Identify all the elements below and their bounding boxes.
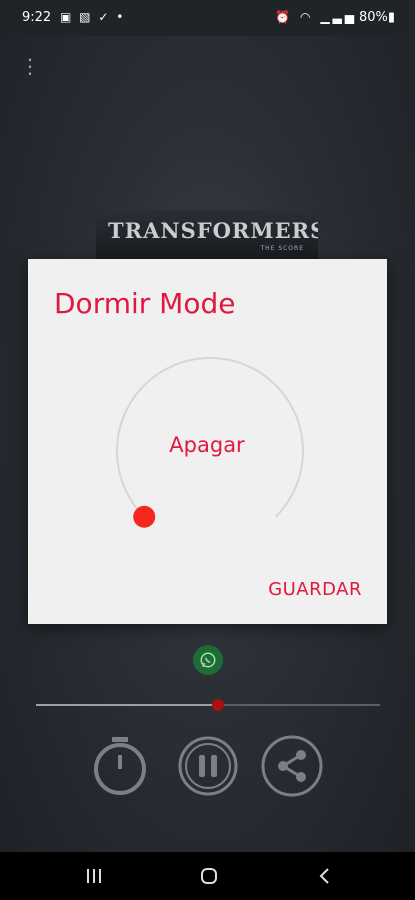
seek-thumb[interactable] (212, 699, 225, 711)
share-icon (261, 735, 323, 797)
more-options-icon[interactable]: ⋮ (20, 56, 40, 76)
timer-icon (94, 737, 146, 795)
wifi-icon: ◠ (300, 10, 314, 24)
alarm-icon: ⏰ (275, 10, 294, 24)
back-icon (319, 868, 329, 884)
share-button[interactable] (261, 735, 323, 797)
battery-icon: ▮ (387, 10, 395, 25)
system-icons: ⏰ ◠ ▁▃▅ (275, 10, 357, 24)
back-button[interactable] (305, 862, 345, 890)
signal-icon: ▁▃▅ (320, 10, 357, 24)
navigation-bar (0, 852, 415, 900)
status-time: 9:22 (22, 10, 52, 25)
recent-apps-button[interactable] (74, 862, 114, 890)
album-title: TRANSFORMERS (108, 218, 318, 243)
sleep-mode-dialog: Dormir Mode Apagar GUARDAR (28, 259, 387, 624)
save-button[interactable]: GUARDAR (268, 579, 362, 600)
home-icon (201, 868, 217, 884)
battery-percentage: 80%▮ (358, 10, 395, 25)
gallery-icon: ▣ (60, 10, 74, 24)
dialog-title: Dormir Mode (54, 287, 236, 320)
whatsapp-icon (200, 652, 216, 668)
dial-value-label: Apagar (169, 433, 245, 457)
image-icon: ▧ (79, 10, 93, 24)
check-icon: ✓ (98, 10, 111, 24)
status-bar: 9:22 ▣ ▧ ✓ • ⏰ ◠ ▁▃▅ 80%▮ (0, 0, 415, 36)
sleep-timer-button[interactable] (89, 735, 151, 797)
dial-knob[interactable] (133, 505, 156, 528)
dot-icon: • (116, 10, 126, 24)
seek-bar[interactable] (36, 699, 380, 711)
pause-icon (178, 736, 238, 796)
whatsapp-share-button[interactable] (193, 645, 223, 675)
recent-apps-icon (87, 869, 101, 883)
pause-button[interactable] (177, 735, 239, 797)
seek-progress (36, 704, 219, 706)
notification-icons: ▣ ▧ ✓ • (60, 10, 125, 24)
album-subtitle: THE SCORE (260, 245, 304, 252)
home-button[interactable] (189, 862, 229, 890)
